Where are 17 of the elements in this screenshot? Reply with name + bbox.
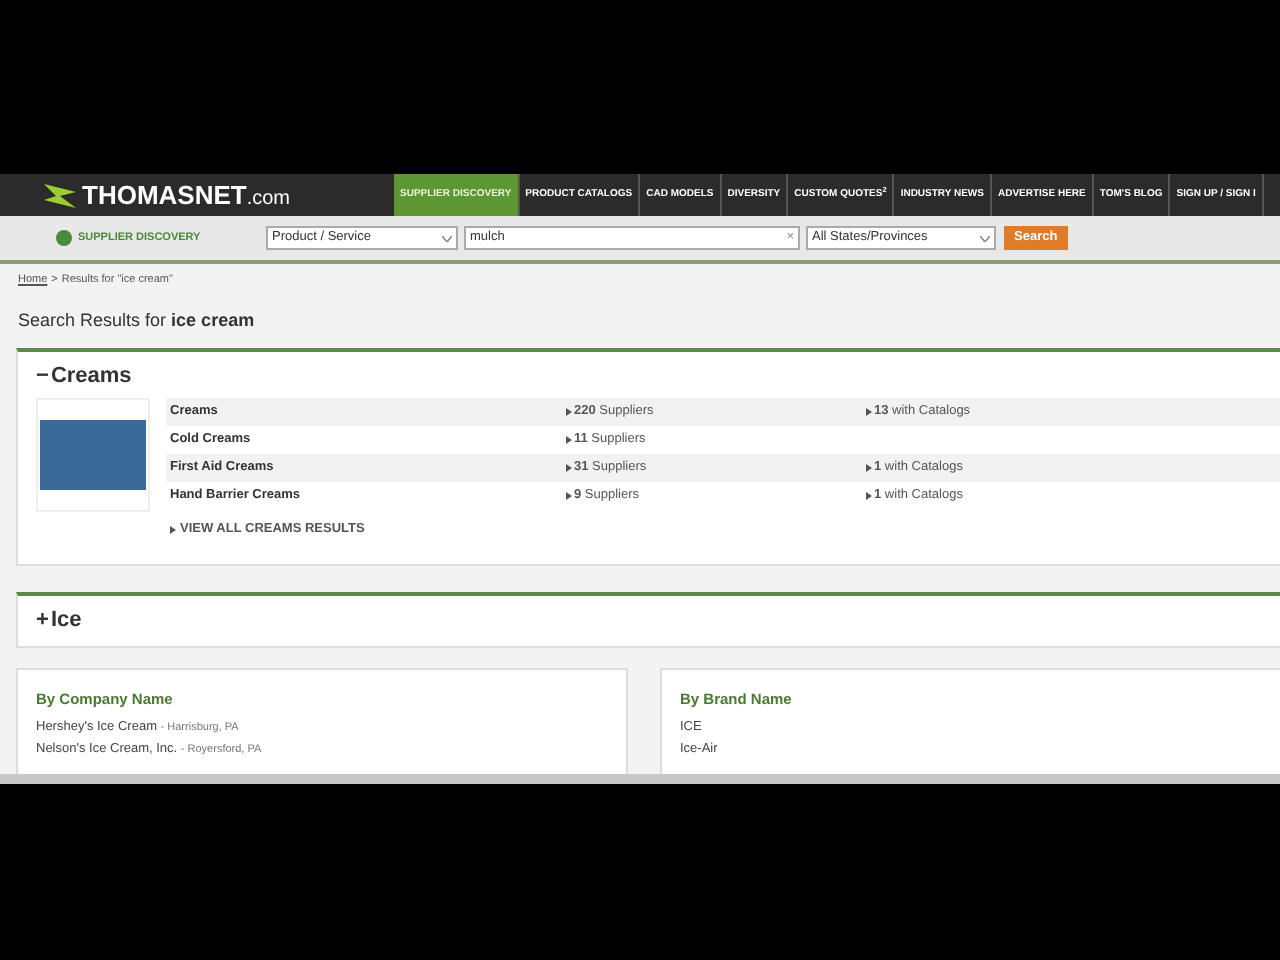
chevron-icon bbox=[980, 235, 990, 241]
triangle-icon bbox=[566, 464, 572, 473]
results-heading: Search Results for ice cream bbox=[16, 308, 257, 335]
category-toggle[interactable]: −Creams bbox=[18, 351, 132, 393]
chevron-icon bbox=[442, 235, 452, 241]
triangle-icon bbox=[866, 408, 872, 417]
triangle-icon bbox=[170, 526, 176, 535]
triangle-icon bbox=[866, 464, 872, 473]
triangle-icon bbox=[566, 408, 572, 417]
site-logo[interactable]: THOMASNET.com bbox=[0, 174, 394, 216]
triangle-icon bbox=[566, 436, 572, 445]
category-toggle[interactable]: +Ice bbox=[18, 596, 82, 637]
horizontal-scrollbar[interactable] bbox=[0, 774, 1280, 784]
logo-mark-icon bbox=[44, 183, 76, 207]
product-photo bbox=[36, 398, 150, 513]
triangle-icon bbox=[866, 492, 872, 501]
triangle-icon bbox=[566, 492, 572, 501]
